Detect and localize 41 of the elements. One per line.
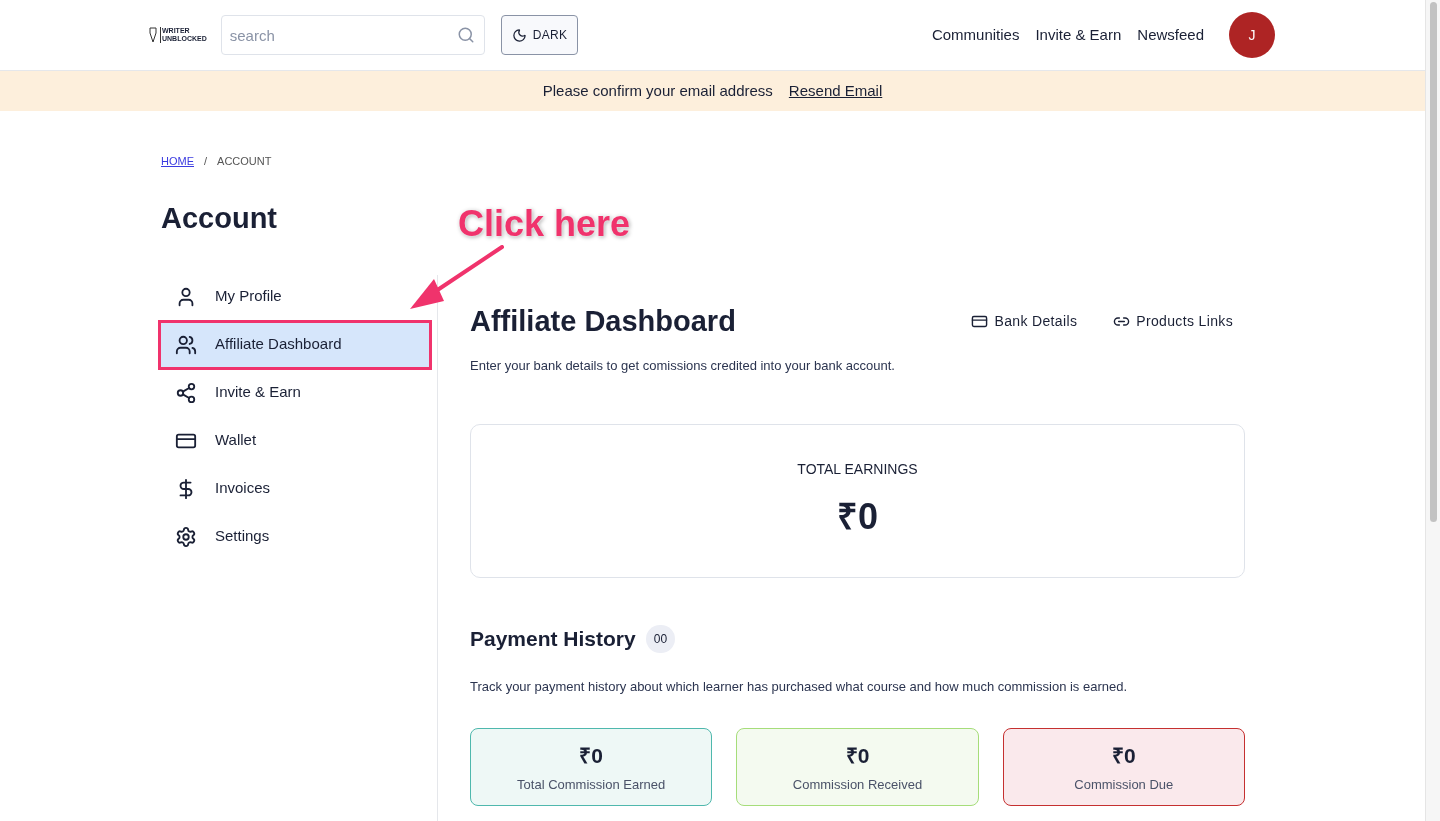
page-title: Account bbox=[161, 200, 278, 236]
dark-mode-button[interactable]: DARK bbox=[500, 15, 579, 55]
resend-email-link[interactable]: Resend Email bbox=[788, 79, 883, 103]
sidebar-item[interactable]: Settings bbox=[161, 514, 429, 559]
section-title: Payment History bbox=[470, 626, 636, 652]
earnings-label: TOTAL EARNINGS bbox=[797, 459, 918, 479]
earnings-value: ₹0 bbox=[837, 494, 878, 539]
sidebar-item[interactable]: Invoices bbox=[161, 466, 429, 511]
search-icon bbox=[456, 26, 475, 44]
action-link[interactable]: Bank Details bbox=[971, 311, 1078, 333]
annotation-text: Click here bbox=[458, 202, 631, 246]
settings-icon bbox=[175, 525, 197, 548]
stat-value: ₹0 bbox=[1111, 742, 1136, 769]
nav-link[interactable]: Invite & Earn bbox=[1035, 23, 1122, 47]
sidebar-item[interactable]: Wallet bbox=[161, 418, 429, 463]
action-link[interactable]: Products Links bbox=[1113, 311, 1233, 333]
moon-icon bbox=[511, 27, 527, 43]
sidebar-item[interactable]: Invite & Earn bbox=[161, 370, 429, 415]
avatar[interactable]: J bbox=[1229, 12, 1275, 58]
section-description: Track your payment history about which learner has purchased what course and how much commission is earned. bbox=[470, 677, 1129, 696]
pen-nib-icon bbox=[148, 27, 158, 43]
search-field[interactable]: search bbox=[220, 15, 485, 55]
breadcrumb-current: ACCOUNT bbox=[217, 154, 272, 169]
stat-value: ₹0 bbox=[579, 742, 603, 769]
nav-link[interactable]: Communities bbox=[931, 23, 1020, 47]
stat-label: Commission Received bbox=[792, 776, 923, 794]
stat-label: Commission Due bbox=[1074, 776, 1174, 794]
breadcrumb-link[interactable]: HOME bbox=[161, 153, 194, 170]
section-title: Affiliate Dashboard bbox=[470, 304, 737, 339]
scrollbar[interactable] bbox=[1425, 0, 1440, 821]
nav-link[interactable]: Newsfeed bbox=[1137, 23, 1204, 47]
stat-value: ₹0 bbox=[845, 742, 870, 769]
count-badge: 00 bbox=[645, 624, 676, 653]
section-description: Enter your bank details to get comissions credited into your bank account. bbox=[470, 356, 896, 375]
sidebar-item[interactable]: My Profile bbox=[161, 274, 429, 319]
stat-label: Total Commission Earned bbox=[517, 776, 666, 794]
sidebar-item[interactable]: Affiliate Dashboard bbox=[161, 322, 429, 367]
share-icon bbox=[175, 381, 197, 404]
users-icon bbox=[175, 333, 197, 356]
breadcrumb-separator: / bbox=[204, 154, 208, 169]
banner-text: Please confirm your email address bbox=[542, 80, 773, 101]
